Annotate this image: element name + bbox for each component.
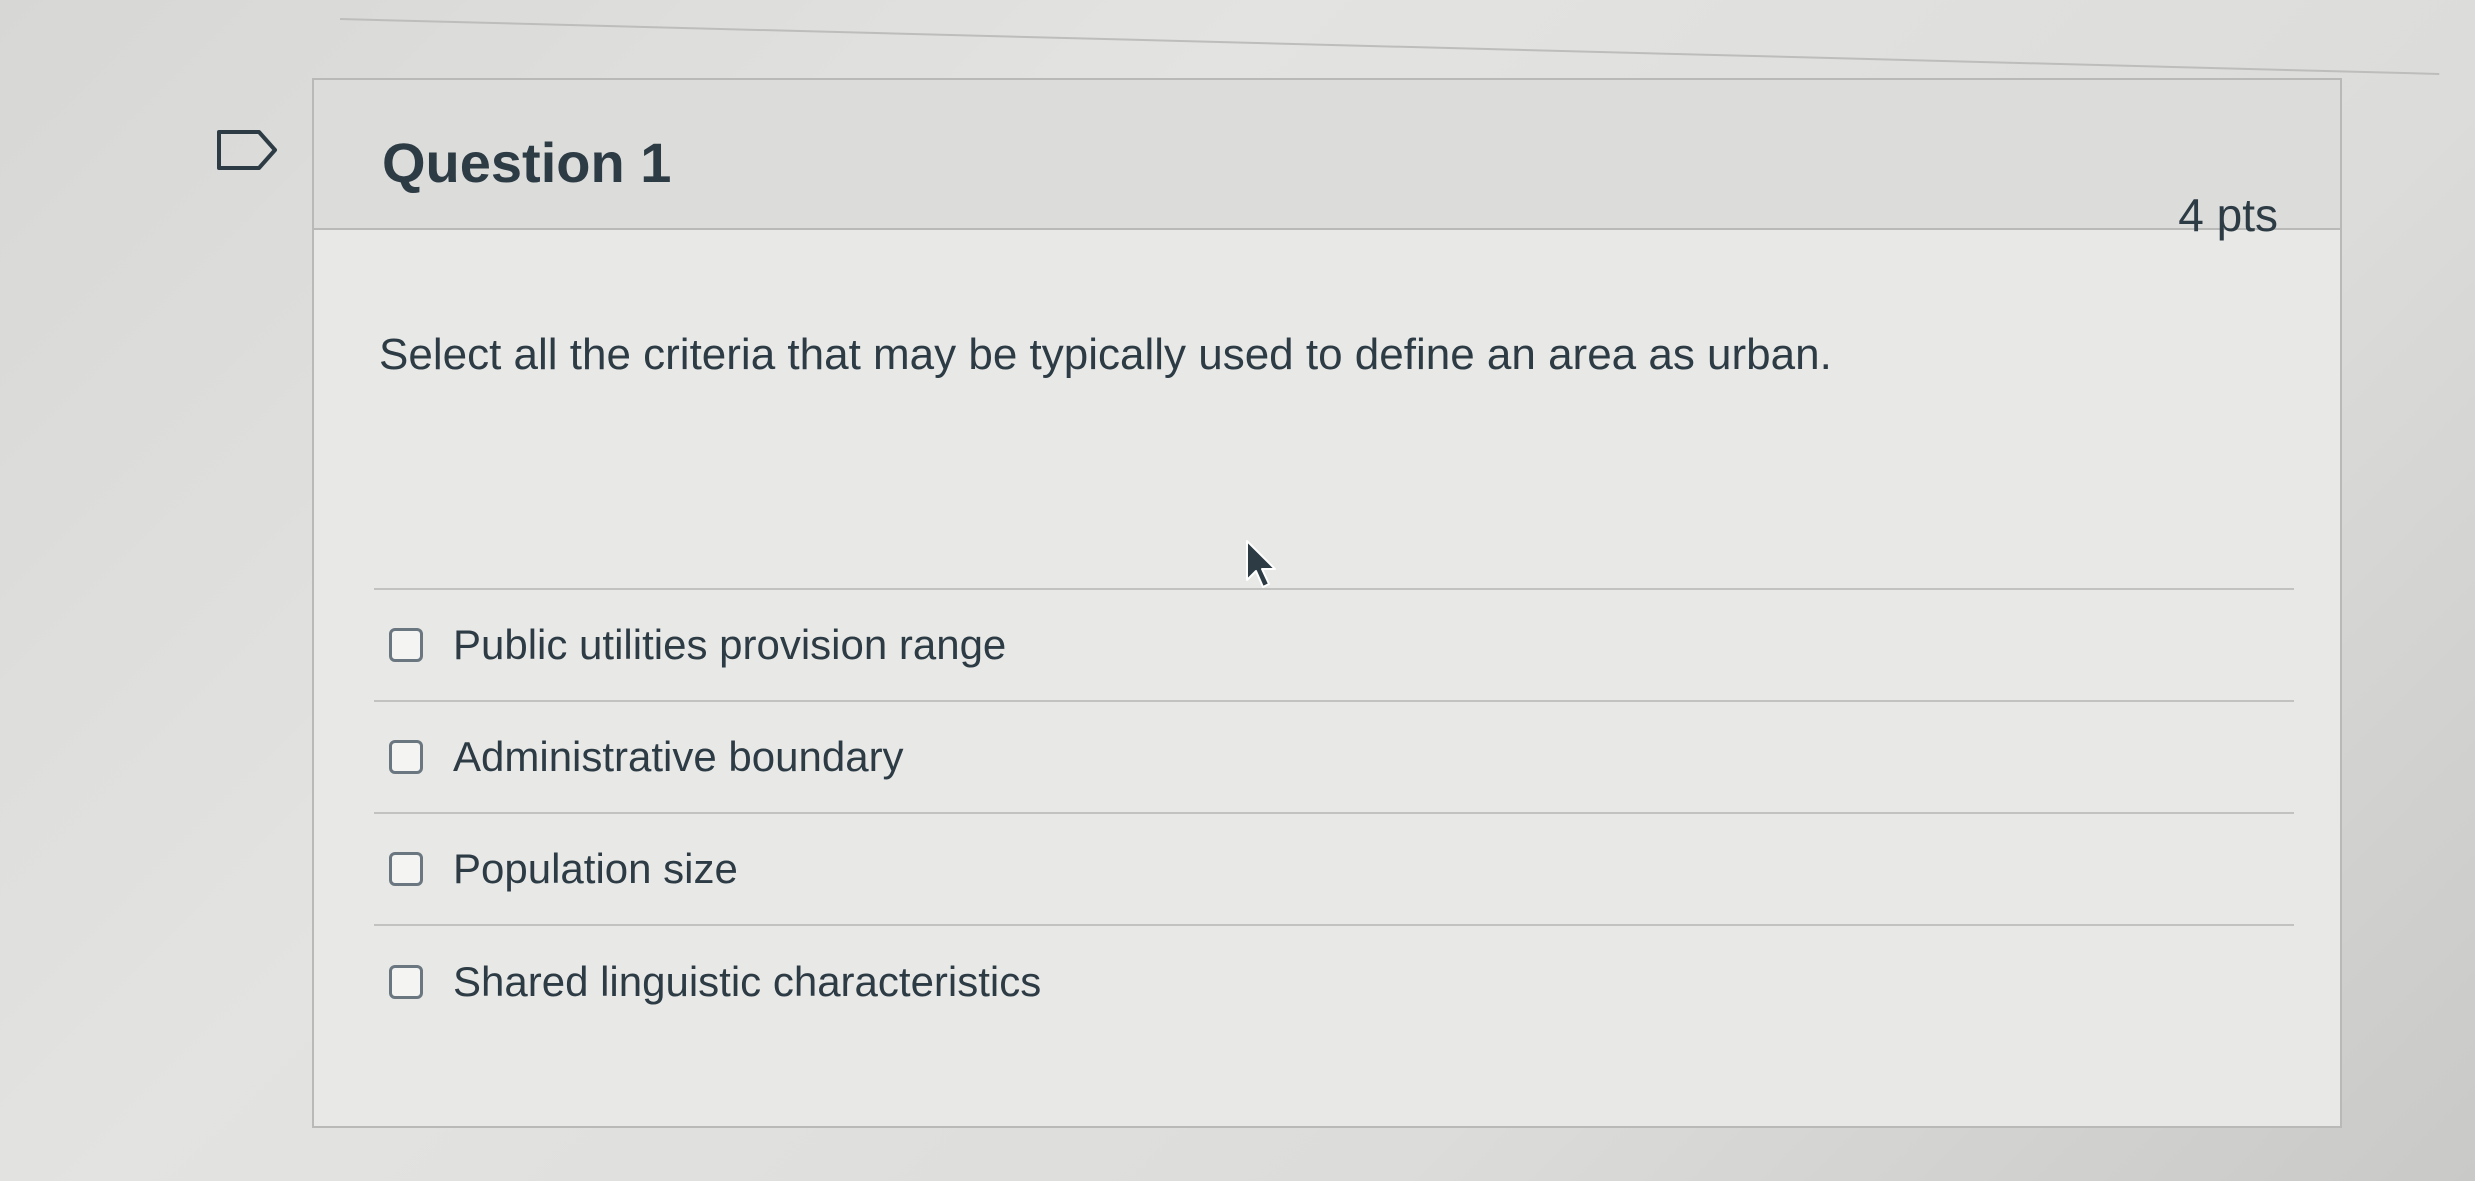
flag-question-icon[interactable]: [215, 128, 279, 172]
checkbox-unchecked-icon[interactable]: [389, 852, 423, 886]
answer-option[interactable]: Public utilities provision range: [374, 590, 2294, 702]
top-divider: [339, 18, 2440, 75]
answer-option[interactable]: Shared linguistic characteristics: [374, 926, 2294, 1038]
checkbox-unchecked-icon[interactable]: [389, 740, 423, 774]
checkbox-unchecked-icon[interactable]: [389, 965, 423, 999]
answer-label[interactable]: Shared linguistic characteristics: [453, 958, 1041, 1006]
answer-option[interactable]: Population size: [374, 814, 2294, 926]
answer-label[interactable]: Public utilities provision range: [453, 621, 1006, 669]
question-header: Question 1 4 pts: [314, 80, 2340, 241]
mouse-cursor-icon: [1246, 540, 1276, 588]
question-card: Question 1 4 pts Select all the criteria…: [312, 78, 2342, 1128]
answer-list: Public utilities provision range Adminis…: [374, 588, 2294, 1038]
question-text: Select all the criteria that may be typi…: [379, 330, 1832, 379]
checkbox-unchecked-icon[interactable]: [389, 628, 423, 662]
answer-label[interactable]: Administrative boundary: [453, 733, 904, 781]
answer-option[interactable]: Administrative boundary: [374, 702, 2294, 814]
question-title: Question 1: [382, 131, 672, 194]
answer-label[interactable]: Population size: [453, 845, 738, 893]
question-points: 4 pts: [2178, 189, 2278, 241]
